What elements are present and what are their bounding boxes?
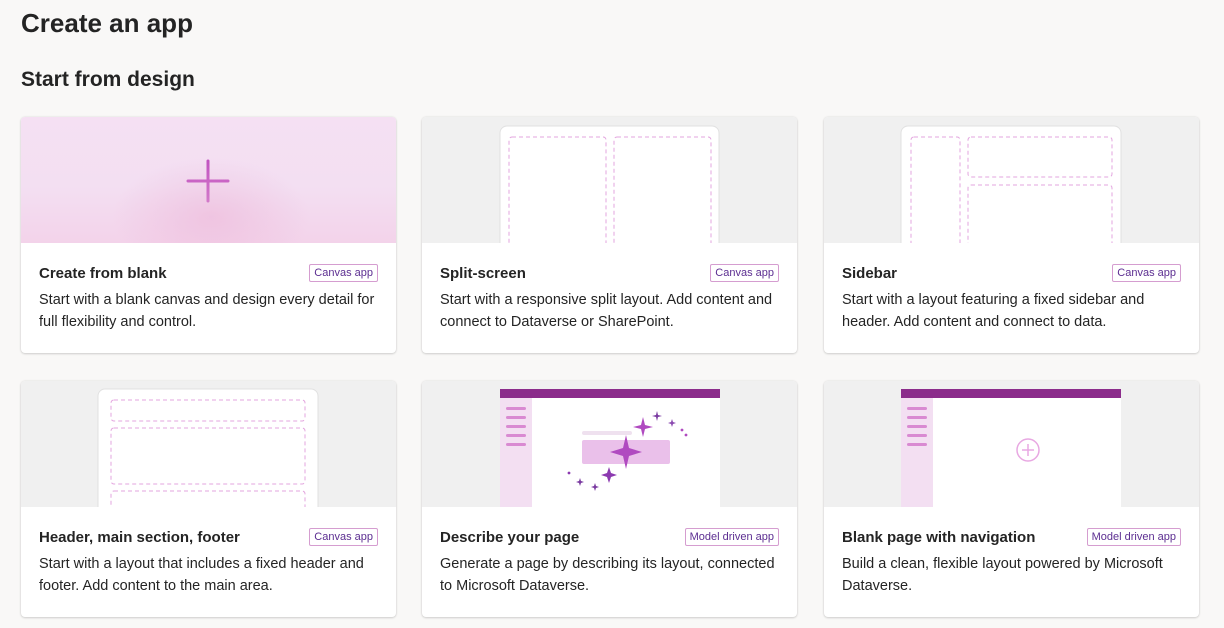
card-title: Create from blank bbox=[39, 265, 167, 282]
app-type-badge: Canvas app bbox=[309, 528, 378, 546]
card-description: Start with a responsive split layout. Ad… bbox=[440, 292, 773, 330]
describe-page-illustration bbox=[500, 389, 720, 507]
card-header-main-footer[interactable]: Header, main section, footer Canvas app … bbox=[21, 381, 396, 617]
split-screen-layout-icon bbox=[499, 125, 720, 243]
card-describe-your-page[interactable]: Describe your page Model driven app Gene… bbox=[422, 381, 797, 617]
section-title: Start from design bbox=[21, 68, 195, 91]
card-description: Start with a layout that includes a fixe… bbox=[39, 556, 364, 594]
card-thumbnail bbox=[21, 381, 396, 507]
card-split-screen[interactable]: Split-screen Canvas app Start with a res… bbox=[422, 117, 797, 353]
card-thumbnail bbox=[422, 117, 797, 243]
app-type-badge: Canvas app bbox=[710, 264, 779, 282]
app-type-badge: Canvas app bbox=[309, 264, 378, 282]
app-type-badge: Canvas app bbox=[1112, 264, 1181, 282]
app-type-badge: Model driven app bbox=[1086, 528, 1181, 546]
card-create-from-blank[interactable]: Create from blank Canvas app Start with … bbox=[21, 117, 396, 353]
card-title: Header, main section, footer bbox=[39, 529, 240, 546]
card-thumbnail bbox=[824, 381, 1199, 507]
card-thumbnail bbox=[422, 381, 797, 507]
card-blank-page-with-navigation[interactable]: Blank page with navigation Model driven … bbox=[824, 381, 1199, 617]
card-description: Build a clean, flexible layout powered b… bbox=[842, 556, 1163, 594]
plus-icon bbox=[186, 159, 230, 203]
card-description: Start with a blank canvas and design eve… bbox=[39, 292, 375, 330]
card-description: Start with a layout featuring a fixed si… bbox=[842, 292, 1145, 330]
card-title: Describe your page bbox=[440, 529, 580, 546]
card-thumbnail bbox=[824, 117, 1199, 243]
sidebar-layout-icon bbox=[900, 125, 1122, 243]
card-title: Sidebar bbox=[842, 265, 898, 282]
header-main-footer-layout-icon bbox=[97, 388, 319, 507]
card-title: Split-screen bbox=[440, 265, 526, 282]
card-sidebar[interactable]: Sidebar Canvas app Start with a layout f… bbox=[824, 117, 1199, 353]
card-thumbnail bbox=[21, 117, 396, 243]
card-description: Generate a page by describing its layout… bbox=[440, 556, 775, 594]
card-title: Blank page with navigation bbox=[842, 529, 1036, 546]
blank-page-navigation-illustration bbox=[901, 389, 1121, 507]
app-type-badge: Model driven app bbox=[684, 528, 779, 546]
page-title: Create an app bbox=[21, 8, 193, 38]
